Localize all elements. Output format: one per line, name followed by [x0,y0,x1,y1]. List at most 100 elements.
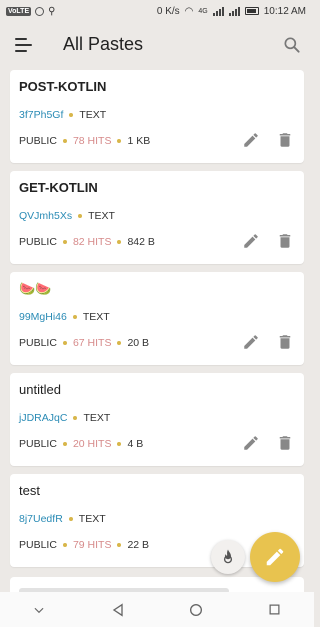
nav-back-button[interactable] [108,600,128,620]
separator-dot [62,442,67,446]
paste-meta: 8j7UedfR TEXT [19,513,106,525]
delete-icon[interactable] [276,333,294,351]
paste-size: 20 B [127,337,150,349]
paste-id: 99MgHi46 [19,311,67,323]
recents-square-icon [269,604,280,615]
separator-dot [117,240,122,244]
separator-dot [62,341,67,345]
paste-visibility: PUBLIC [19,539,57,551]
paste-meta: jJDRAJqC TEXT [19,412,110,424]
paste-meta: 3f7Ph5Gf TEXT [19,109,106,121]
chevron-down-icon [34,607,44,613]
paste-id: 3f7Ph5Gf [19,109,64,121]
paste-stats: PUBLIC 20 HITS 4 B [19,438,143,450]
paste-visibility: PUBLIC [19,135,57,147]
paste-hits: 20 HITS [72,438,112,450]
paste-hits: 78 HITS [72,135,112,147]
nav-collapse-button[interactable] [29,600,49,620]
paste-title: GET-KOTLIN [19,180,98,195]
search-icon[interactable] [282,35,302,55]
paste-visibility: PUBLIC [19,438,57,450]
signal-icon [212,6,224,16]
edit-icon[interactable] [242,232,260,250]
pencil-icon [266,548,284,566]
volte-badge: VoLTE [6,6,32,16]
paste-hits: 67 HITS [72,337,112,349]
app-bar: All Pastes [0,22,314,68]
status-right: 0 K/s ◠ 4G 10:12 AM [157,6,314,17]
delete-icon[interactable] [276,232,294,250]
separator-dot [117,543,122,547]
separator-dot [62,543,67,547]
paste-actions [242,232,294,250]
paste-actions [242,434,294,452]
status-bar: VoLTE ⚲ 0 K/s ◠ 4G 10:12 AM [0,0,314,22]
paste-actions [242,333,294,351]
paste-title: POST-KOTLIN [19,79,107,94]
home-circle-icon [190,603,203,616]
paste-hits: 82 HITS [72,236,112,248]
system-nav-bar [0,592,314,627]
delete-icon[interactable] [276,131,294,149]
paste-card[interactable]: GET-KOTLIN QVJmh5Xs TEXT PUBLIC 82 HITS … [10,171,304,264]
paste-hits: 79 HITS [72,539,112,551]
delete-icon[interactable] [276,434,294,452]
separator-dot [72,315,77,319]
new-paste-button[interactable] [250,532,300,582]
separator-dot [68,517,73,521]
paste-id: 8j7UedfR [19,513,63,525]
separator-dot [69,113,74,117]
paste-id: jJDRAJqC [19,412,68,424]
edit-icon[interactable] [242,131,260,149]
paste-card[interactable]: 🍉🍉 99MgHi46 TEXT PUBLIC 67 HITS 20 B [10,272,304,365]
paste-title: 🍉🍉 [19,281,52,296]
paste-meta: QVJmh5Xs TEXT [19,210,115,222]
network-speed: 0 K/s [156,5,180,17]
paste-title: test [19,483,40,498]
paste-actions [242,131,294,149]
nav-recents-button[interactable] [265,600,285,620]
paste-type: TEXT [82,311,110,323]
paste-stats: PUBLIC 78 HITS 1 KB [19,135,150,147]
paste-size: 4 B [127,438,144,450]
paste-type: TEXT [78,513,106,525]
paste-card[interactable]: POST-KOTLIN 3f7Ph5Gf TEXT PUBLIC 78 HITS… [10,70,304,163]
paste-size: 842 B [127,236,155,248]
separator-dot [78,214,83,218]
separator-dot [62,139,67,143]
paste-stats: PUBLIC 82 HITS 842 B [19,236,155,248]
usb-icon: ⚲ [48,5,56,17]
paste-card[interactable]: untitled jJDRAJqC TEXT PUBLIC 20 HITS 4 … [10,373,304,466]
edit-icon[interactable] [242,434,260,452]
paste-list: POST-KOTLIN 3f7Ph5Gf TEXT PUBLIC 78 HITS… [10,70,304,575]
clock: 10:12 AM [263,5,306,17]
battery-icon [244,7,259,15]
paste-type: TEXT [79,109,107,121]
nav-home-button[interactable] [186,600,206,620]
paste-visibility: PUBLIC [19,337,57,349]
paste-visibility: PUBLIC [19,236,57,248]
separator-dot [117,442,122,446]
status-left: VoLTE ⚲ [0,6,55,17]
paste-type: TEXT [83,412,111,424]
paste-id: QVJmh5Xs [19,210,73,222]
headset-icon: ◠ [184,5,194,17]
paste-size: 1 KB [127,135,151,147]
separator-dot [73,416,78,420]
edit-icon[interactable] [242,333,260,351]
paste-type: TEXT [88,210,115,222]
hamburger-menu-icon[interactable] [15,38,33,52]
paste-stats: PUBLIC 79 HITS 22 B [19,539,149,551]
paste-title: untitled [19,382,61,397]
network-type: 4G [198,7,208,15]
paste-stats: PUBLIC 67 HITS 20 B [19,337,149,349]
flame-button[interactable] [211,540,245,574]
separator-dot [62,240,67,244]
flame-icon [223,549,233,564]
notification-icon [35,6,45,16]
separator-dot [117,139,122,143]
paste-meta: 99MgHi46 TEXT [19,311,110,323]
signal-2-icon [228,6,240,16]
back-triangle-icon [112,602,123,617]
separator-dot [117,341,122,345]
